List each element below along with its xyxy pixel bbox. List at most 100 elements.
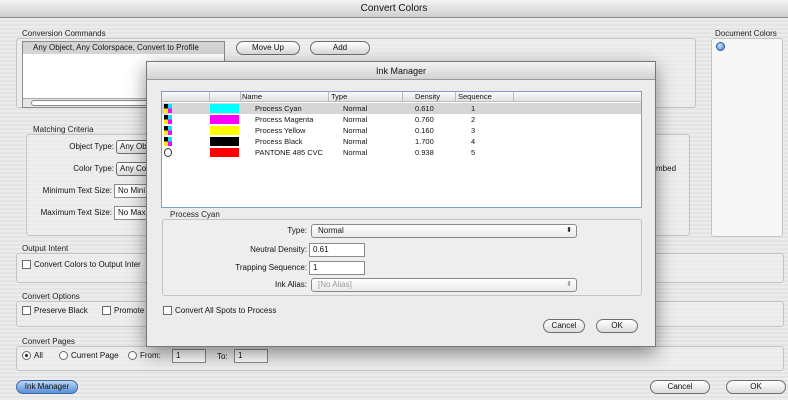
checkbox-box[interactable] <box>102 306 111 316</box>
ink-type: Normal <box>343 104 368 113</box>
ink-swatch <box>210 104 239 113</box>
preserve-black-checkbox[interactable]: Preserve Black <box>22 306 88 316</box>
ink-name: Process Black <box>255 137 303 146</box>
object-type-label: Object Type: <box>69 142 114 151</box>
ink-table-header: Name Type Density Sequence <box>162 92 641 102</box>
ink-manager-dialog: Ink Manager Name Type Density Sequence P… <box>146 61 656 347</box>
ink-sequence: 4 <box>471 137 476 146</box>
neutral-density-field[interactable]: 0.61 <box>309 243 365 257</box>
ink-sequence: 2 <box>471 115 476 124</box>
ink-density: 1.700 <box>415 137 434 146</box>
ink-alias-label: Ink Alias: <box>274 280 307 289</box>
to-page-field[interactable]: 1 <box>234 349 268 363</box>
conversion-commands-label: Conversion Commands <box>22 29 106 38</box>
conversion-command-item[interactable]: Any Object, Any Colorspace, Convert to P… <box>23 42 224 54</box>
ink-row[interactable]: Process Magenta Normal 0.760 2 <box>162 114 641 125</box>
ink-swatch <box>210 115 239 124</box>
radio-dot[interactable] <box>22 351 31 361</box>
checkbox-label: Preserve Black <box>34 306 88 316</box>
column-header-sequence[interactable]: Sequence <box>458 92 492 102</box>
ink-name: Process Yellow <box>255 126 306 135</box>
output-intent-label: Output Intent <box>22 244 69 253</box>
ink-name: Process Magenta <box>255 115 314 124</box>
process-ink-icon[interactable] <box>164 115 172 124</box>
cancel-button[interactable]: Cancel <box>650 380 710 394</box>
checkbox-box[interactable] <box>163 306 172 316</box>
ink-name: Process Cyan <box>255 104 302 113</box>
ink-manager-title: Ink Manager <box>147 62 655 80</box>
ink-density: 0.760 <box>415 115 434 124</box>
window-title: Convert Colors <box>0 0 788 18</box>
ok-button[interactable]: OK <box>726 380 786 394</box>
page-range-radio[interactable]: From: <box>128 351 161 361</box>
radio-label: All <box>34 351 43 361</box>
ink-density: 0.610 <box>415 104 434 113</box>
color-bullet-icon[interactable] <box>716 42 725 51</box>
scrollbar-thumb[interactable] <box>31 100 163 106</box>
neutral-density-label: Neutral Density: <box>250 245 307 254</box>
chevron-updown-icon: ⬍ <box>566 227 572 234</box>
ink-manager-cancel-button[interactable]: Cancel <box>543 319 585 333</box>
radio-dot[interactable] <box>128 351 137 361</box>
process-ink-icon[interactable] <box>164 137 172 146</box>
ink-row[interactable]: Process Cyan Normal 0.610 1 <box>162 103 641 114</box>
ink-type: Normal <box>343 126 368 135</box>
ink-type: Normal <box>343 115 368 124</box>
max-text-size-label: Maximum Text Size: <box>40 208 112 217</box>
ink-name: PANTONE 485 CVC <box>255 148 324 157</box>
radio-dot[interactable] <box>59 351 68 361</box>
ink-type: Normal <box>343 137 368 146</box>
current-page-radio[interactable]: Current Page <box>59 351 119 361</box>
convert-pages-label: Convert Pages <box>22 337 75 346</box>
ink-swatch <box>210 148 239 157</box>
column-header-type[interactable]: Type <box>331 92 347 102</box>
ink-manager-button[interactable]: Ink Manager <box>16 380 78 394</box>
ink-manager-ok-button[interactable]: OK <box>596 319 638 333</box>
color-type-label: Color Type: <box>73 164 114 173</box>
column-header-density[interactable]: Density <box>415 92 440 102</box>
spot-ink-icon[interactable] <box>164 148 172 157</box>
ink-type-value: Normal <box>318 226 344 235</box>
checkbox-box[interactable] <box>22 306 31 316</box>
ink-sequence: 3 <box>471 126 476 135</box>
move-up-button[interactable]: Move Up <box>236 41 300 55</box>
ink-row[interactable]: PANTONE 485 CVC Normal 0.938 5 <box>162 147 641 158</box>
radio-label: Current Page <box>71 351 119 361</box>
convert-to-output-intent-checkbox[interactable]: Convert Colors to Output Inter <box>22 260 141 270</box>
chevron-updown-icon: ⬍ <box>566 281 572 288</box>
document-colors-panel <box>711 38 783 237</box>
ink-row[interactable]: Process Yellow Normal 0.160 3 <box>162 125 641 136</box>
column-header-name[interactable]: Name <box>242 92 262 102</box>
radio-label: From: <box>140 351 161 361</box>
all-pages-radio[interactable]: All <box>22 351 43 361</box>
ink-type: Normal <box>343 148 368 157</box>
matching-criteria-label: Matching Criteria <box>33 125 94 134</box>
document-colors-label: Document Colors <box>715 29 777 38</box>
ink-row[interactable]: Process Black Normal 1.700 4 <box>162 136 641 147</box>
ink-sequence: 1 <box>471 104 476 113</box>
process-ink-icon[interactable] <box>164 126 172 135</box>
checkbox-box[interactable] <box>22 260 31 270</box>
from-page-field[interactable]: 1 <box>172 349 206 363</box>
ink-alias-value: [No Alias] <box>318 280 352 289</box>
ink-density: 0.938 <box>415 148 434 157</box>
checkbox-label: Convert Colors to Output Inter <box>34 260 141 270</box>
add-button[interactable]: Add <box>310 41 370 55</box>
convert-spots-checkbox[interactable]: Convert All Spots to Process <box>163 306 276 316</box>
ink-table[interactable]: Name Type Density Sequence Process Cyan N… <box>161 91 642 208</box>
ink-sequence: 5 <box>471 148 476 157</box>
convert-options-label: Convert Options <box>22 292 80 301</box>
process-ink-icon[interactable] <box>164 104 172 113</box>
trapping-sequence-label: Trapping Sequence: <box>235 263 307 272</box>
to-page-label: To: <box>217 352 228 361</box>
ink-density: 0.160 <box>415 126 434 135</box>
promote-checkbox[interactable]: Promote <box>102 306 144 316</box>
min-text-size-label: Minimum Text Size: <box>42 186 112 195</box>
ink-swatch <box>210 137 239 146</box>
embed-option-label: mbed <box>656 164 677 173</box>
ink-swatch <box>210 126 239 135</box>
ink-detail-group-label: Process Cyan <box>170 210 220 219</box>
ink-alias-select[interactable]: [No Alias] ⬍ <box>311 278 577 292</box>
ink-type-select[interactable]: Normal ⬍ <box>311 224 577 238</box>
trapping-sequence-field[interactable]: 1 <box>309 261 365 275</box>
